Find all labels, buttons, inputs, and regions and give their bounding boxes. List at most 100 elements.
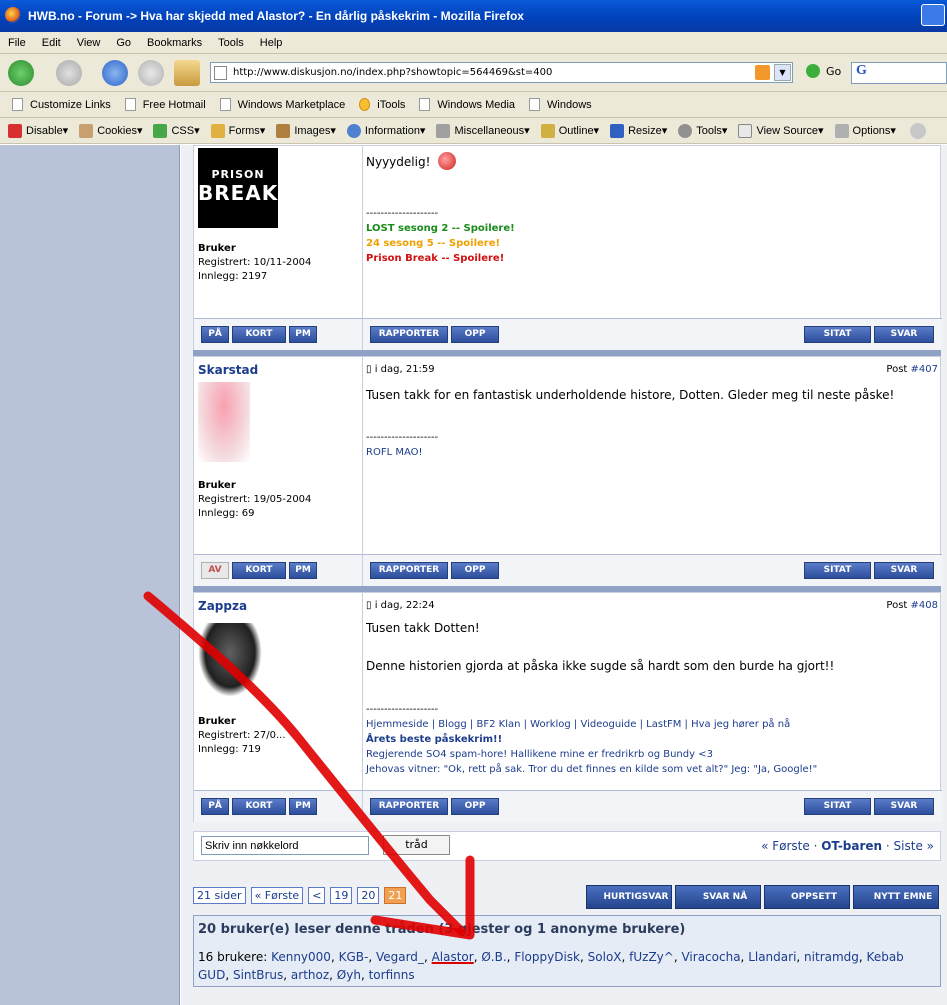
devtool-disable[interactable]: Disable▾ xyxy=(8,123,68,138)
reload-icon[interactable] xyxy=(102,60,128,86)
reader-link[interactable]: arthoz xyxy=(291,968,329,982)
settings-button[interactable]: OPPSETT xyxy=(764,885,850,909)
reader-link[interactable]: fUzZy^ xyxy=(629,950,674,964)
post-username[interactable]: Zappza xyxy=(198,599,247,613)
menu-view[interactable]: View xyxy=(69,37,109,49)
signature-link-24[interactable]: 24 sesong 5 -- Spoilere! xyxy=(366,236,515,251)
post-number-link[interactable]: #407 xyxy=(911,364,938,375)
bookmark-windows-media[interactable]: Windows Media xyxy=(419,98,515,111)
devtool-css[interactable]: CSS▾ xyxy=(153,123,200,138)
signature-link-prison-break[interactable]: Prison Break -- Spoilere! xyxy=(366,251,515,266)
pm-button[interactable]: PM xyxy=(289,326,317,343)
reply-now-button[interactable]: SVAR NÅ xyxy=(675,885,761,909)
reader-link[interactable]: Ø.B. xyxy=(481,950,506,964)
reader-link[interactable]: FloppyDisk xyxy=(514,950,580,964)
menu-go[interactable]: Go xyxy=(108,37,139,49)
online-status-button[interactable]: PÅ xyxy=(201,326,229,343)
search-thread-button[interactable]: tråd xyxy=(383,835,450,855)
nav-current-forum[interactable]: OT-baren xyxy=(821,839,882,853)
top-button[interactable]: OPP xyxy=(451,798,499,815)
post-number: Post #408 xyxy=(886,600,938,611)
profile-card-button[interactable]: KORT xyxy=(232,326,286,343)
new-topic-button[interactable]: NYTT EMNE xyxy=(853,885,939,909)
menu-help[interactable]: Help xyxy=(252,37,291,49)
bookmark-itools[interactable]: iTools xyxy=(359,98,405,111)
search-engine-box[interactable]: G xyxy=(851,62,947,84)
forward-icon[interactable] xyxy=(56,60,82,86)
pm-button[interactable]: PM xyxy=(289,562,317,579)
devtool-tools[interactable]: Tools▾ xyxy=(678,123,727,138)
reader-link[interactable]: Øyh xyxy=(337,968,361,982)
reader-link-alastor[interactable]: Alastor xyxy=(432,950,474,964)
menu-tools[interactable]: Tools xyxy=(210,37,252,49)
reply-button[interactable]: SVAR xyxy=(874,798,934,815)
nav-last-link[interactable]: Siste » xyxy=(894,839,934,853)
quick-reply-button[interactable]: HURTIGSVAR xyxy=(586,885,672,909)
devtool-forms[interactable]: Forms▾ xyxy=(210,123,265,138)
profile-card-button[interactable]: KORT xyxy=(232,562,286,579)
quote-button[interactable]: SITAT xyxy=(804,562,871,579)
back-icon[interactable] xyxy=(8,60,34,86)
devtool-view-source[interactable]: View Source▾ xyxy=(738,123,824,138)
devtool-cookies[interactable]: Cookies▾ xyxy=(79,123,142,138)
reader-link[interactable]: KGB- xyxy=(339,950,369,964)
reader-link[interactable]: SoloX xyxy=(588,950,622,964)
page-prev[interactable]: < xyxy=(308,887,326,904)
reply-button[interactable]: SVAR xyxy=(874,562,934,579)
reader-link[interactable]: nitramdg xyxy=(804,950,859,964)
keyword-search-input[interactable] xyxy=(201,836,369,855)
report-button[interactable]: RAPPORTER xyxy=(370,798,448,815)
bookmark-windows-marketplace[interactable]: Windows Marketplace xyxy=(219,98,345,111)
go-button[interactable]: Go xyxy=(806,64,841,78)
address-bar[interactable]: http://www.diskusjon.no/index.php?showto… xyxy=(210,62,793,83)
page-first[interactable]: « Første xyxy=(250,887,304,904)
pm-button[interactable]: PM xyxy=(289,798,317,815)
devtool-options[interactable]: Options▾ xyxy=(834,123,896,138)
reader-link[interactable]: torfinns xyxy=(369,968,415,982)
chevron-down-icon[interactable]: ▼ xyxy=(774,64,791,81)
top-button[interactable]: OPP xyxy=(451,562,499,579)
report-button[interactable]: RAPPORTER xyxy=(370,326,448,343)
devtool-images[interactable]: Images▾ xyxy=(276,123,336,138)
bookmark-windows[interactable]: Windows xyxy=(529,98,592,111)
post-username[interactable]: Skarstad xyxy=(198,363,258,377)
signature-text: Jehovas vitner: "Ok, rett på sak. Tror d… xyxy=(366,764,818,775)
post-number-link[interactable]: #408 xyxy=(911,600,938,611)
devtool-outline[interactable]: Outline▾ xyxy=(540,123,599,138)
signature-link-easter-crime[interactable]: Årets beste påskekrim!! xyxy=(366,732,817,747)
devtool-miscellaneous[interactable]: Miscellaneous▾ xyxy=(436,123,530,138)
online-status-button[interactable]: AV xyxy=(201,562,229,579)
home-icon[interactable] xyxy=(174,60,200,86)
report-button[interactable]: RAPPORTER xyxy=(370,562,448,579)
signature-link-lost[interactable]: LOST sesong 2 -- Spoilere! xyxy=(366,221,515,236)
devtool-information[interactable]: Information▾ xyxy=(346,123,425,138)
bookmark-free-hotmail[interactable]: Free Hotmail xyxy=(124,98,206,111)
menu-bookmarks[interactable]: Bookmarks xyxy=(139,37,210,49)
stop-icon[interactable] xyxy=(138,60,164,86)
reader-link[interactable]: Viracocha xyxy=(681,950,740,964)
rss-icon[interactable] xyxy=(755,65,770,80)
window-control-button[interactable] xyxy=(921,4,945,26)
user-registered: Registrert: 19/05-2004 xyxy=(198,494,312,505)
online-status-button[interactable]: PÅ xyxy=(201,798,229,815)
menu-file[interactable]: File xyxy=(0,37,34,49)
signature-link[interactable]: ROFL MAO! xyxy=(366,445,438,460)
bookmark-customize-links[interactable]: Customize Links xyxy=(12,98,111,111)
reader-link[interactable]: SintBrus xyxy=(233,968,283,982)
reply-button[interactable]: SVAR xyxy=(874,326,934,343)
reader-link[interactable]: Kenny000 xyxy=(271,950,331,964)
quote-button[interactable]: SITAT xyxy=(804,798,871,815)
signature-links[interactable]: Hjemmeside | Blogg | BF2 Klan | Worklog … xyxy=(366,717,817,732)
page-count[interactable]: 21 sider xyxy=(193,887,246,904)
quote-button[interactable]: SITAT xyxy=(804,326,871,343)
top-button[interactable]: OPP xyxy=(451,326,499,343)
profile-card-button[interactable]: KORT xyxy=(232,798,286,815)
reader-link[interactable]: Llandari xyxy=(748,950,796,964)
menu-edit[interactable]: Edit xyxy=(34,37,69,49)
devtool-resize[interactable]: Resize▾ xyxy=(610,123,667,138)
avatar xyxy=(198,382,250,462)
page-19[interactable]: 19 xyxy=(330,887,353,904)
page-20[interactable]: 20 xyxy=(357,887,380,904)
nav-first-link[interactable]: « Første xyxy=(761,839,810,853)
reader-link[interactable]: Vegard_ xyxy=(376,950,424,964)
